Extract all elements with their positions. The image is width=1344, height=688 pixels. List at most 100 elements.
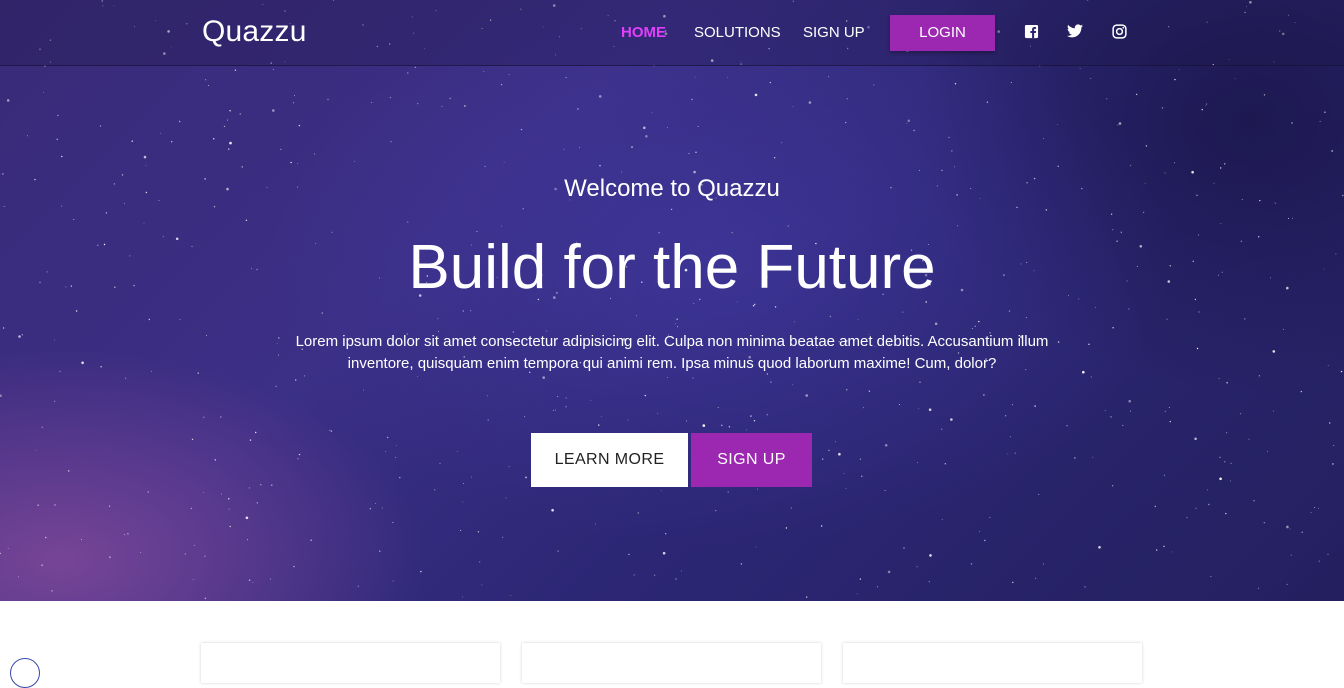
- star: [781, 142, 783, 144]
- instagram-icon[interactable]: [1112, 24, 1128, 40]
- star: [746, 429, 748, 431]
- star: [399, 476, 401, 479]
- scroll-indicator-icon: [10, 658, 40, 688]
- star: [983, 394, 985, 396]
- star: [868, 390, 871, 392]
- star: [846, 389, 848, 391]
- star: [1314, 507, 1316, 509]
- star: [916, 566, 918, 568]
- star: [407, 72, 409, 74]
- star: [1006, 453, 1008, 455]
- star: [1240, 413, 1242, 415]
- star: [271, 484, 273, 486]
- feature-card-1: [201, 643, 500, 683]
- star: [143, 222, 145, 224]
- star: [471, 476, 472, 478]
- star: [313, 153, 315, 155]
- star: [204, 79, 207, 81]
- star: [1230, 462, 1232, 465]
- star: [902, 311, 904, 313]
- star: [1111, 485, 1114, 487]
- star: [794, 321, 796, 323]
- welcome-subtitle: Welcome to Quazzu: [564, 175, 780, 202]
- star: [481, 584, 483, 586]
- star: [204, 555, 206, 557]
- star: [1205, 104, 1207, 106]
- star: [876, 586, 878, 588]
- star: [806, 596, 808, 598]
- star: [1327, 365, 1329, 366]
- star: [688, 153, 690, 155]
- star: [917, 408, 919, 409]
- star: [1079, 67, 1081, 69]
- twitter-icon[interactable]: [1067, 24, 1083, 40]
- star: [190, 507, 193, 510]
- star: [1156, 549, 1158, 551]
- star: [1220, 223, 1222, 225]
- star: [327, 98, 329, 101]
- sign-up-button[interactable]: SIGN UP: [691, 433, 812, 487]
- star: [2, 327, 5, 329]
- star: [178, 120, 181, 123]
- star: [295, 379, 297, 381]
- star: [390, 141, 392, 143]
- facebook-icon[interactable]: [1024, 24, 1040, 40]
- star: [1104, 410, 1106, 411]
- star: [275, 385, 277, 388]
- nav-link-sign-up[interactable]: SIGN UP: [803, 24, 865, 41]
- star: [1194, 437, 1197, 441]
- star: [919, 169, 921, 171]
- star: [462, 596, 464, 598]
- star: [57, 114, 59, 117]
- star: [1034, 405, 1036, 407]
- star: [297, 163, 299, 165]
- star: [51, 590, 53, 592]
- star: [601, 415, 602, 417]
- navbar: Quazzu HOME SOLUTIONS SIGN UP LOGIN: [0, 0, 1344, 66]
- star: [464, 105, 466, 107]
- nav-link-home[interactable]: HOME: [621, 24, 666, 41]
- star: [1128, 399, 1131, 403]
- star: [460, 530, 462, 531]
- star: [693, 170, 696, 174]
- star: [321, 312, 323, 314]
- star: [828, 449, 830, 452]
- star: [1258, 375, 1261, 377]
- star: [989, 516, 991, 518]
- star: [1206, 103, 1208, 105]
- star: [565, 77, 567, 78]
- star: [407, 221, 409, 223]
- star: [1286, 525, 1289, 529]
- star: [667, 127, 668, 129]
- star: [1272, 410, 1274, 412]
- star: [100, 366, 102, 368]
- brand-logo[interactable]: Quazzu: [202, 15, 307, 49]
- star: [75, 310, 78, 312]
- star: [1287, 525, 1289, 527]
- star: [54, 339, 55, 341]
- star: [1043, 138, 1044, 140]
- star: [205, 334, 207, 336]
- star: [941, 169, 943, 172]
- star: [822, 458, 824, 460]
- learn-more-button[interactable]: LEARN MORE: [531, 433, 688, 487]
- star: [846, 98, 848, 100]
- star: [1106, 98, 1108, 100]
- star: [449, 97, 451, 100]
- nav-link-solutions[interactable]: SOLUTIONS: [694, 24, 781, 41]
- star: [1045, 209, 1048, 211]
- star: [1318, 560, 1321, 562]
- star: [628, 553, 630, 556]
- star: [859, 578, 862, 580]
- star: [542, 376, 545, 379]
- star: [245, 516, 249, 520]
- star: [754, 93, 758, 97]
- star: [510, 595, 512, 597]
- star: [260, 484, 262, 486]
- star: [834, 441, 836, 443]
- star: [974, 325, 976, 327]
- star: [35, 449, 37, 451]
- login-button[interactable]: LOGIN: [890, 15, 995, 51]
- star: [105, 212, 108, 214]
- star: [124, 534, 125, 536]
